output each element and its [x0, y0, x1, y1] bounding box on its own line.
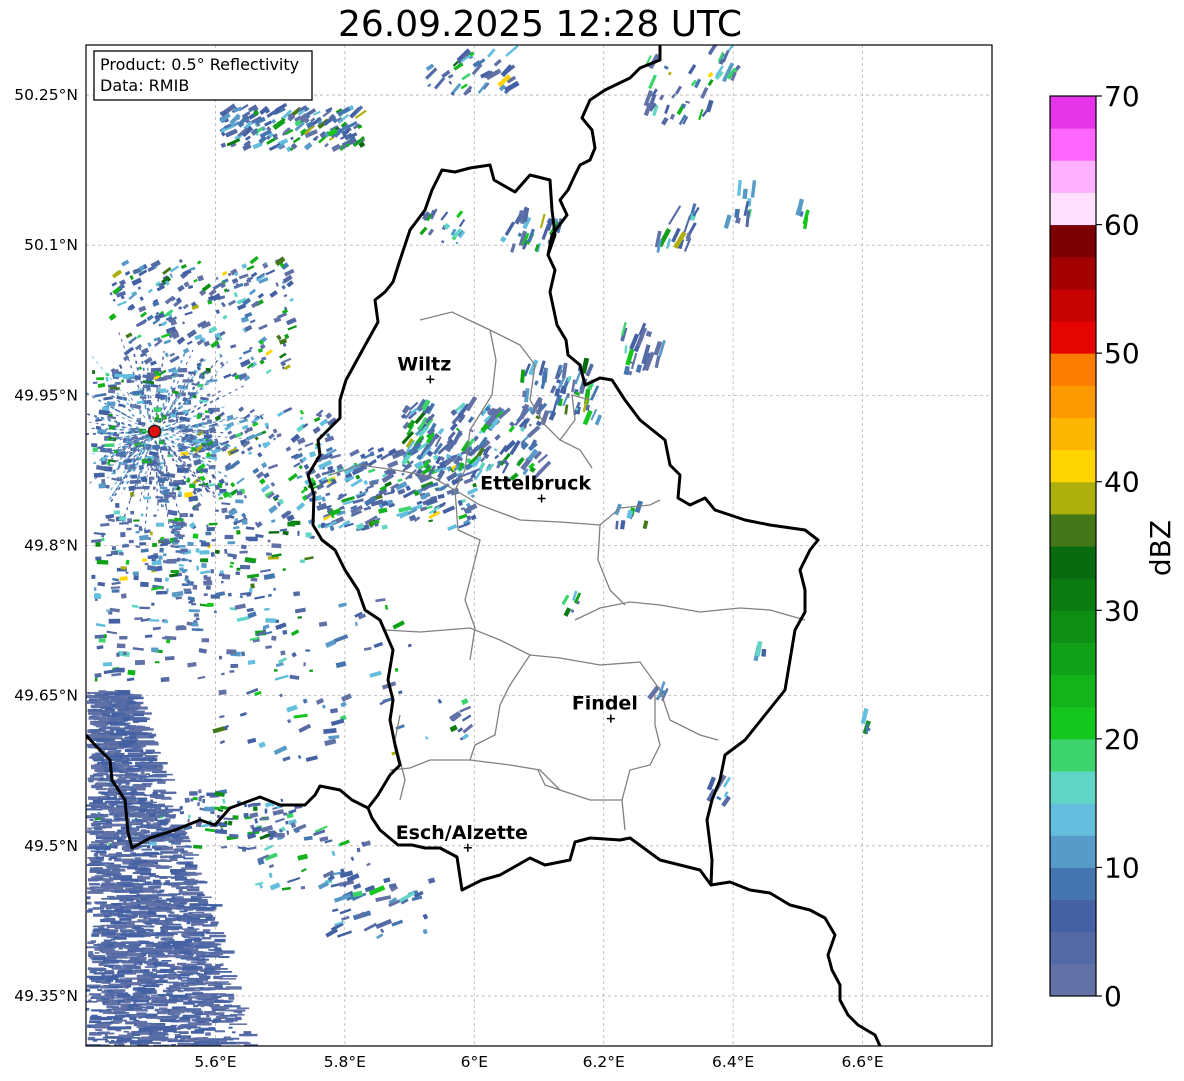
colorbar-label: dBZ [1144, 520, 1177, 576]
colorbar-cell [1050, 771, 1096, 804]
colorbar-cell [1050, 321, 1096, 354]
colorbar-cell [1050, 481, 1096, 515]
colorbar-cell [1050, 963, 1096, 997]
colorbar-cell [1050, 738, 1096, 772]
colorbar-cell [1050, 288, 1096, 322]
colorbar-cell [1050, 610, 1096, 643]
colorbar-cell [1050, 674, 1096, 708]
colorbar-cell [1050, 578, 1096, 611]
colorbar-tick-label: 60 [1104, 209, 1140, 242]
colorbar-cell [1050, 160, 1096, 193]
colorbar-cell [1050, 128, 1096, 161]
colorbar-cell [1050, 835, 1096, 868]
colorbar-cell [1050, 449, 1096, 483]
colorbar-cell [1050, 642, 1096, 676]
colorbar-cells [1050, 96, 1096, 997]
colorbar-tick-label: 10 [1104, 851, 1140, 884]
colorbar-cell [1050, 96, 1096, 129]
colorbar-cell [1050, 706, 1096, 740]
colorbar-cell [1050, 513, 1096, 547]
colorbar-cell [1050, 931, 1096, 965]
colorbar-tick-label: 40 [1104, 466, 1140, 499]
colorbar-cell [1050, 192, 1096, 226]
colorbar-cell [1050, 385, 1096, 418]
colorbar-cell [1050, 417, 1096, 451]
colorbar-tick-label: 0 [1104, 980, 1122, 1013]
colorbar-ticks: 0 10 20 30 40 50 60 70 [1096, 80, 1140, 1013]
colorbar-cell [1050, 353, 1096, 386]
colorbar-tick-label: 30 [1104, 594, 1140, 627]
colorbar-tick-label: 70 [1104, 80, 1140, 113]
colorbar-cell [1050, 899, 1096, 933]
colorbar-cell [1050, 256, 1096, 290]
colorbar: 0 10 20 30 40 50 60 70 dBZ [1049, 80, 1177, 1013]
colorbar-cell [1050, 803, 1096, 836]
colorbar-cell [1050, 224, 1096, 258]
colorbar-cell [1050, 867, 1096, 901]
colorbar-cell [1050, 546, 1096, 579]
colorbar-tick-label: 20 [1104, 723, 1140, 756]
colorbar-tick-label: 50 [1104, 337, 1140, 370]
